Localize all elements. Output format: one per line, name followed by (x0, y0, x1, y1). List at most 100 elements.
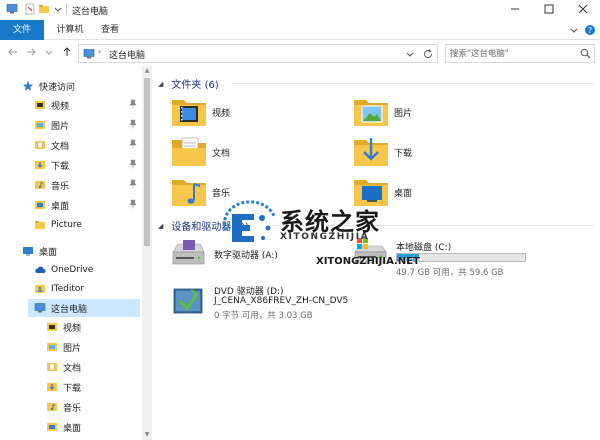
nav-desktop[interactable]: 桌面 (22, 242, 140, 260)
chevron-down-icon: ◢ (158, 79, 164, 88)
forward-button[interactable] (24, 46, 38, 60)
nav-quick-music[interactable]: 音乐 (34, 176, 142, 194)
chevron-down-icon[interactable] (568, 24, 580, 36)
computer-icon (34, 303, 46, 313)
recent-locations-button[interactable] (42, 46, 56, 60)
scroll-down-icon[interactable]: ▼ (142, 430, 152, 440)
tab-file[interactable]: 文件 (0, 20, 44, 40)
nav-quick-downloads[interactable]: 下载 (34, 156, 142, 174)
nav-quick-video[interactable]: 视频 (34, 96, 142, 114)
folders-group-header[interactable]: ◢ 文件夹 (6) (158, 76, 219, 92)
maximize-icon (544, 4, 554, 14)
nav-quick-access[interactable]: 快速访问 (22, 77, 140, 95)
drive-free-space: 0 字节 可用，共 3.03 GB (214, 311, 313, 321)
nav-iteditor[interactable]: ITeditor (34, 280, 140, 298)
nav-scrollbar[interactable]: ▲ ▼ (142, 66, 152, 440)
pictures-folder-icon (47, 343, 57, 351)
pin-icon[interactable] (128, 199, 138, 209)
properties-icon[interactable] (24, 3, 36, 15)
drive-d[interactable]: DVD 驱动器 (D:) J_CENA_X86FREV_ZH-CN_DV5 0 … (170, 282, 390, 326)
help-icon[interactable]: ? (584, 24, 596, 36)
minimize-icon (511, 8, 519, 10)
watermark: 系统之家 XITONGZHIJIA XITONGZHIJIA.NET (218, 196, 428, 276)
drive-volume-label: J_CENA_X86FREV_ZH-CN_DV5 (214, 296, 349, 306)
nav-this-pc[interactable]: 这台电脑 (28, 299, 140, 317)
pin-icon[interactable] (128, 159, 138, 169)
up-button[interactable] (60, 46, 74, 60)
breadcrumb[interactable]: 这台电脑 (109, 48, 145, 61)
chevron-down-icon[interactable] (52, 3, 64, 15)
chevron-down-icon[interactable] (405, 49, 415, 59)
title-separator (66, 4, 67, 15)
folder-documents[interactable]: 文档 (170, 134, 230, 170)
nav-pc-downloads[interactable]: 下载 (46, 378, 140, 396)
title-bar: 这台电脑 (0, 0, 600, 20)
video-folder-icon (172, 100, 206, 126)
nav-pc-video[interactable]: 视频 (46, 318, 140, 336)
scroll-up-icon[interactable]: ▲ (142, 66, 152, 76)
close-button[interactable] (566, 0, 600, 18)
search-icon[interactable] (580, 48, 591, 59)
user-folder-icon (35, 285, 45, 293)
refresh-icon[interactable] (422, 48, 434, 60)
documents-folder-icon (47, 363, 57, 371)
nav-pc-music[interactable]: 音乐 (46, 398, 140, 416)
tab-computer[interactable]: 计算机 (48, 20, 92, 40)
address-bar: › 这台电脑 (0, 40, 600, 66)
chevron-down-icon: ◢ (158, 221, 164, 230)
close-icon (578, 4, 588, 14)
arrow-up-icon (63, 47, 71, 56)
downloads-folder-icon (354, 138, 388, 166)
folder-downloads[interactable]: 下载 (352, 134, 412, 170)
new-folder-icon[interactable] (38, 3, 50, 15)
tab-view[interactable]: 查看 (92, 20, 128, 40)
xitongzhijia-logo-icon (223, 200, 276, 242)
downloads-folder-icon (47, 383, 57, 391)
search-box (445, 44, 595, 63)
window-title: 这台电脑 (72, 7, 109, 17)
computer-icon[interactable] (6, 3, 18, 15)
star-icon (23, 81, 33, 91)
ribbon-tabs: 文件 计算机 查看 ? (0, 20, 600, 40)
pin-icon[interactable] (128, 119, 138, 129)
nav-pc-pictures[interactable]: 图片 (46, 338, 140, 356)
folder-pictures[interactable]: 图片 (352, 94, 412, 130)
address-field[interactable]: › 这台电脑 (78, 44, 438, 63)
folder-video[interactable]: 视频 (170, 94, 230, 130)
back-button[interactable] (6, 46, 20, 60)
music-folder-icon (172, 180, 206, 206)
nav-pc-documents[interactable]: 文档 (46, 358, 140, 376)
pictures-folder-icon (35, 121, 45, 129)
navigation-pane: 快速访问 视频 图片 文档 下载 音乐 桌面 Picture 桌面 OneDri… (0, 66, 142, 440)
chevron-down-icon (45, 50, 53, 55)
nav-quick-picture-folder[interactable]: Picture (34, 216, 142, 234)
nav-quick-desktop[interactable]: 桌面 (34, 196, 142, 214)
desktop-folder-icon (47, 423, 57, 431)
watermark-subtitle: XITONGZHIJIA (280, 232, 370, 242)
documents-folder-icon (35, 141, 45, 149)
cloud-icon (35, 266, 46, 273)
music-folder-icon (35, 181, 45, 189)
nav-quick-documents[interactable]: 文档 (34, 136, 142, 154)
maximize-button[interactable] (532, 0, 566, 18)
pin-icon[interactable] (128, 179, 138, 189)
minimize-button[interactable] (498, 0, 532, 18)
breadcrumb-separator: › (98, 47, 102, 56)
nav-pc-desktop[interactable]: 桌面 (46, 418, 140, 436)
video-folder-icon (35, 101, 45, 109)
pin-icon[interactable] (128, 99, 138, 109)
search-input[interactable] (450, 47, 575, 60)
pin-icon[interactable] (128, 139, 138, 149)
music-folder-icon (47, 403, 57, 411)
dvd-drive-icon (173, 288, 203, 314)
video-folder-icon (47, 323, 57, 331)
nav-onedrive[interactable]: OneDrive (34, 261, 140, 279)
scroll-thumb[interactable] (144, 78, 150, 246)
watermark-url: XITONGZHIJIA.NET (316, 256, 420, 267)
nav-quick-pictures[interactable]: 图片 (34, 116, 142, 134)
desktop-icon (23, 247, 33, 256)
arrow-left-icon (8, 48, 17, 56)
folder-icon (35, 221, 45, 229)
floppy-drive-icon (172, 240, 205, 265)
svg-text:?: ? (588, 26, 592, 35)
